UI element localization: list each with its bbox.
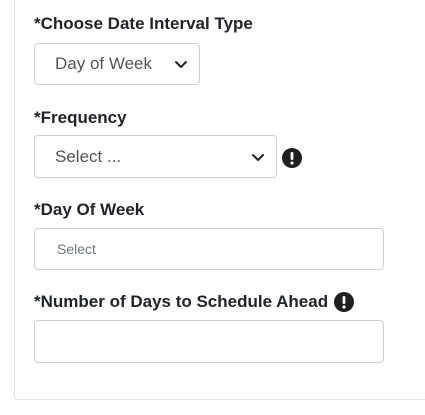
chevron-down-icon xyxy=(252,153,264,161)
frequency-label: *Frequency xyxy=(34,108,127,127)
frequency-select[interactable]: Select ... xyxy=(34,135,277,178)
days-ahead-label: *Number of Days to Schedule Ahead xyxy=(34,292,355,312)
days-ahead-input[interactable] xyxy=(34,320,384,363)
exclamation-circle-icon[interactable] xyxy=(282,148,302,168)
day-of-week-label: *Day Of Week xyxy=(34,200,145,219)
day-of-week-select[interactable]: Select xyxy=(34,228,384,270)
chevron-down-icon xyxy=(175,61,187,68)
interval-type-select[interactable]: Day of Week xyxy=(34,43,200,85)
exclamation-circle-icon[interactable] xyxy=(334,292,355,312)
interval-type-label: *Choose Date Interval Type xyxy=(34,14,253,33)
